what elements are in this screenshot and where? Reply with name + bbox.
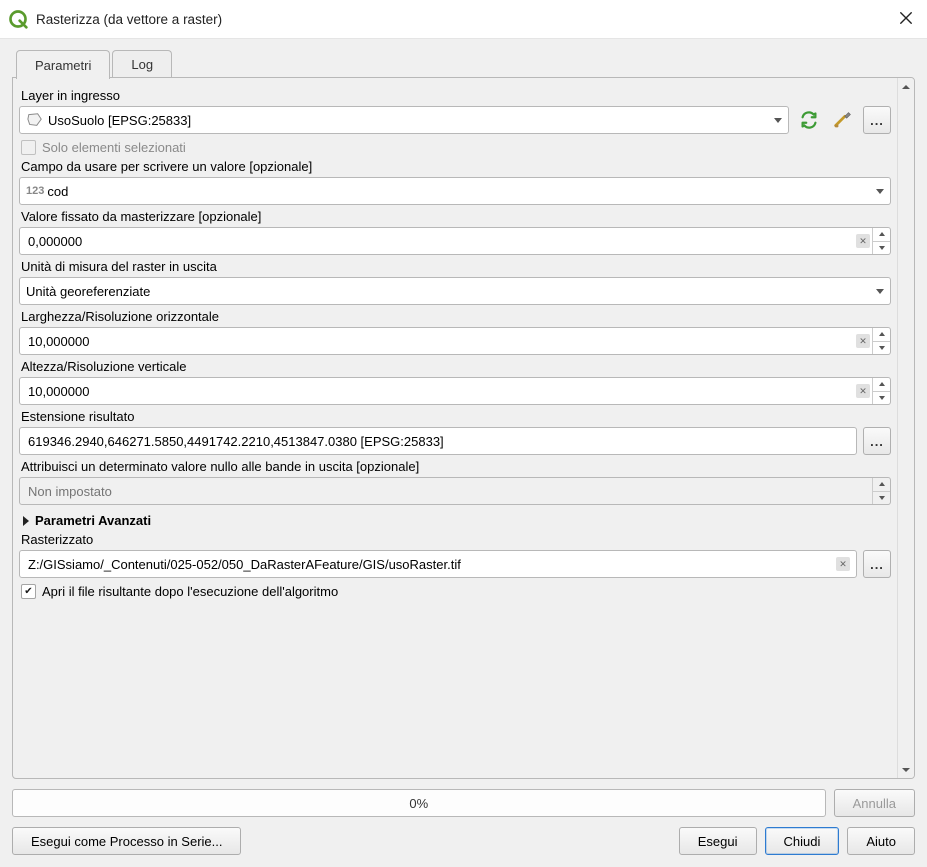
- run-button[interactable]: Esegui: [679, 827, 757, 855]
- extent-input[interactable]: [26, 433, 850, 450]
- label-nodata: Attribuisci un determinato valore nullo …: [21, 459, 891, 474]
- scroll-down[interactable]: [898, 761, 914, 778]
- extent-browse-button[interactable]: ...: [863, 427, 891, 455]
- height-spinner[interactable]: [872, 378, 890, 404]
- advanced-label: Parametri Avanzati: [35, 513, 151, 528]
- label-units: Unità di misura del raster in uscita: [21, 259, 891, 274]
- layer-input-combo[interactable]: UsoSuolo [EPSG:25833]: [19, 106, 789, 134]
- cancel-button[interactable]: Annulla: [834, 789, 915, 817]
- iterate-button[interactable]: [795, 106, 823, 134]
- field-value: cod: [47, 184, 872, 199]
- spin-down[interactable]: [873, 242, 890, 255]
- layer-browse-button[interactable]: ...: [863, 106, 891, 134]
- clear-icon[interactable]: ✕: [836, 557, 850, 571]
- help-button[interactable]: Aiuto: [847, 827, 915, 855]
- progress-text: 0%: [409, 796, 428, 811]
- numeric-field-icon: 123: [26, 185, 44, 197]
- caret-right-icon: [23, 516, 29, 526]
- scroll-up[interactable]: [898, 78, 914, 95]
- ellipsis-icon: ...: [870, 113, 884, 128]
- extent-field[interactable]: [19, 427, 857, 455]
- close-icon[interactable]: [899, 11, 915, 27]
- clear-icon[interactable]: ✕: [856, 234, 870, 248]
- nodata-spinner[interactable]: [872, 478, 890, 504]
- field-combo[interactable]: 123 cod: [19, 177, 891, 205]
- chevron-down-icon: [774, 118, 782, 123]
- run-batch-button[interactable]: Esegui come Processo in Serie...: [12, 827, 241, 855]
- titlebar: Rasterizza (da vettore a raster): [0, 0, 927, 38]
- chevron-down-icon: [876, 289, 884, 294]
- spin-down[interactable]: [873, 392, 890, 405]
- polygon-layer-icon: [26, 112, 44, 128]
- burn-value-spinner[interactable]: [872, 228, 890, 254]
- spin-up[interactable]: [873, 478, 890, 492]
- label-height: Altezza/Risoluzione verticale: [21, 359, 891, 374]
- burn-value-spin[interactable]: ✕: [19, 227, 891, 255]
- clear-icon[interactable]: ✕: [856, 334, 870, 348]
- height-input[interactable]: [26, 383, 852, 400]
- ellipsis-icon: ...: [870, 434, 884, 449]
- spin-down[interactable]: [873, 492, 890, 505]
- parameters-panel: Layer in ingresso UsoSuolo [EPSG:25833]: [12, 77, 915, 779]
- progress-bar: 0%: [12, 789, 826, 817]
- layer-input-value: UsoSuolo [EPSG:25833]: [48, 113, 770, 128]
- label-width: Larghezza/Risoluzione orizzontale: [21, 309, 891, 324]
- spin-up[interactable]: [873, 228, 890, 242]
- window-title: Rasterizza (da vettore a raster): [36, 12, 899, 27]
- width-spinner[interactable]: [872, 328, 890, 354]
- label-output: Rasterizzato: [21, 532, 891, 547]
- qgis-icon: [8, 9, 28, 29]
- label-selected-only: Solo elementi selezionati: [42, 140, 186, 155]
- window-body: Parametri Log Layer in ingresso UsoSuolo…: [0, 38, 927, 867]
- label-extent: Estensione risultato: [21, 409, 891, 424]
- label-field: Campo da usare per scrivere un valore [o…: [21, 159, 891, 174]
- chevron-down-icon: [876, 189, 884, 194]
- width-input[interactable]: [26, 333, 852, 350]
- tab-bar: Parametri Log: [12, 49, 915, 78]
- spin-up[interactable]: [873, 328, 890, 342]
- nodata-input[interactable]: [26, 483, 872, 500]
- clear-icon[interactable]: ✕: [856, 384, 870, 398]
- close-button[interactable]: Chiudi: [765, 827, 840, 855]
- checkbox-open-output[interactable]: ✔: [21, 584, 36, 599]
- tab-parametri[interactable]: Parametri: [16, 50, 110, 79]
- tab-log[interactable]: Log: [112, 50, 172, 78]
- width-spin[interactable]: ✕: [19, 327, 891, 355]
- advanced-params-toggle[interactable]: Parametri Avanzati: [23, 513, 891, 528]
- spin-up[interactable]: [873, 378, 890, 392]
- units-combo[interactable]: Unità georeferenziate: [19, 277, 891, 305]
- ellipsis-icon: ...: [870, 557, 884, 572]
- footer: 0% Annulla Esegui come Processo in Serie…: [12, 789, 915, 855]
- advanced-options-button[interactable]: [829, 106, 857, 134]
- spin-down[interactable]: [873, 342, 890, 355]
- vertical-scrollbar[interactable]: [897, 78, 914, 778]
- output-browse-button[interactable]: ...: [863, 550, 891, 578]
- output-field[interactable]: ✕: [19, 550, 857, 578]
- label-burn-value: Valore fissato da masterizzare [opzional…: [21, 209, 891, 224]
- output-input[interactable]: [26, 556, 832, 573]
- label-layer-input: Layer in ingresso: [21, 88, 891, 103]
- label-open-output: Apri il file risultante dopo l'esecuzion…: [42, 584, 338, 599]
- units-value: Unità georeferenziate: [26, 284, 872, 299]
- burn-value-input[interactable]: [26, 233, 852, 250]
- nodata-spin[interactable]: [19, 477, 891, 505]
- height-spin[interactable]: ✕: [19, 377, 891, 405]
- checkbox-selected-only[interactable]: [21, 140, 36, 155]
